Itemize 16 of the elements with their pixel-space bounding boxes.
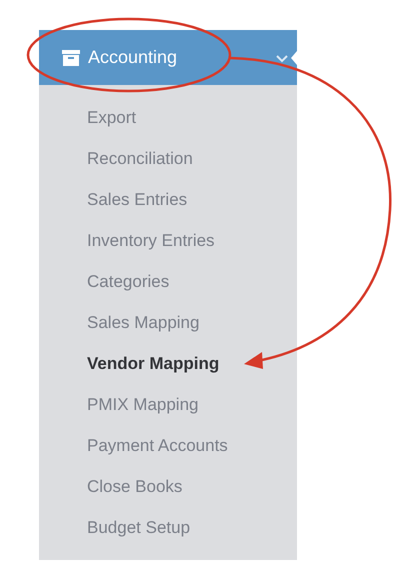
menu-item[interactable]: Vendor Mapping: [87, 352, 220, 393]
menu-item[interactable]: Sales Entries: [87, 188, 188, 229]
menu-header[interactable]: Accounting: [39, 30, 297, 85]
menu-item[interactable]: Sales Mapping: [87, 311, 200, 352]
menu-title: Accounting: [88, 47, 178, 68]
menu-item[interactable]: Budget Setup: [87, 516, 190, 557]
menu-item[interactable]: PMIX Mapping: [87, 393, 198, 434]
menu-item[interactable]: Reconciliation: [87, 147, 193, 188]
caret-icon: [291, 51, 297, 65]
menu-item[interactable]: Categories: [87, 270, 170, 311]
chevron-icon[interactable]: [275, 54, 289, 64]
menu-item[interactable]: Payment Accounts: [87, 434, 228, 475]
menu-item[interactable]: Inventory Entries: [87, 229, 215, 270]
menu-item[interactable]: Close Books: [87, 475, 182, 516]
menu-item[interactable]: Export: [87, 106, 136, 147]
archive-box-icon: [62, 50, 80, 66]
